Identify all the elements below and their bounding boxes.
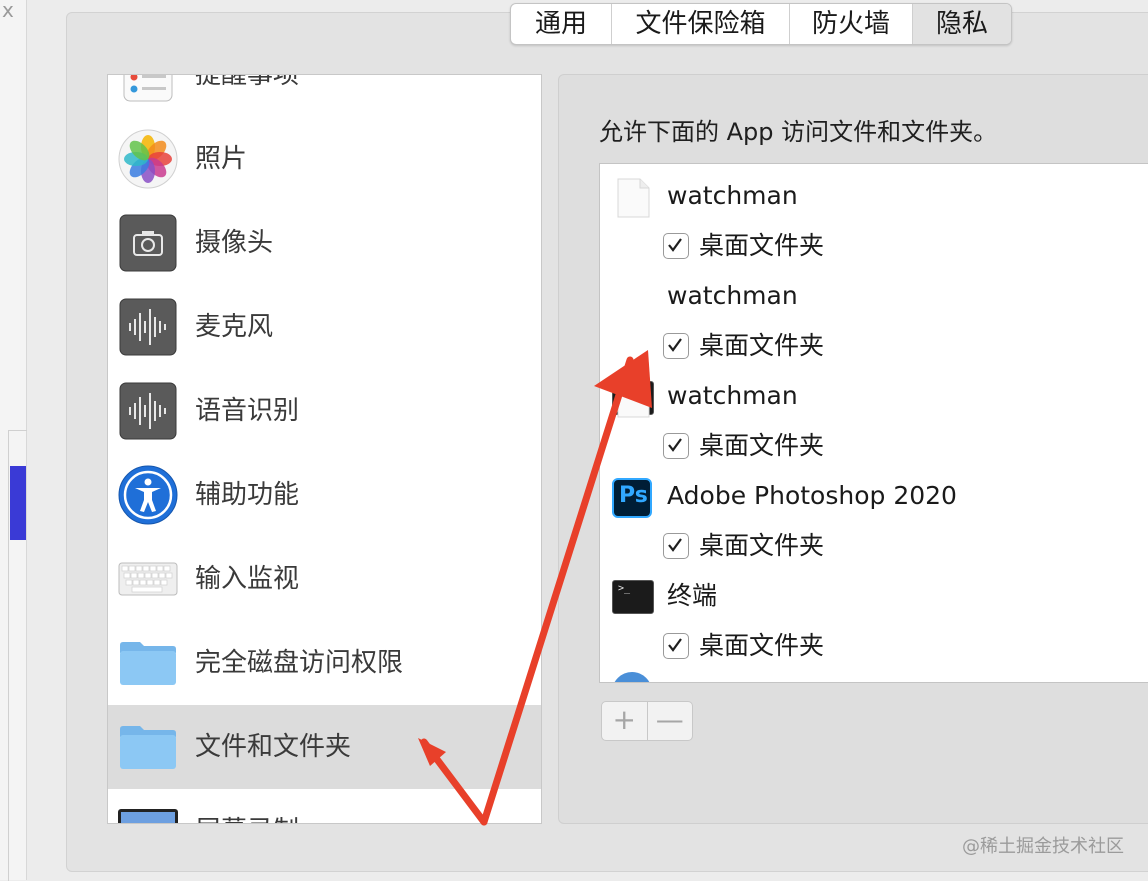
category-item-files-and-folders[interactable]: 文件和文件夹 xyxy=(108,705,541,789)
desktop-folder-checkbox[interactable] xyxy=(663,433,689,459)
category-label: 辅助功能 xyxy=(195,480,300,510)
privacy-category-list[interactable]: 提醒事项 照片 摄像头 麦克风 语音识别 辅助功能 输入监视 完全磁盘访问权限 … xyxy=(107,74,542,824)
document-icon xyxy=(617,178,650,218)
app-row-adobe-photoshop[interactable]: Ps Adobe Photoshop 2020 xyxy=(600,471,1148,521)
window-close-glyph[interactable]: x xyxy=(2,0,14,22)
category-item-full-disk-access[interactable]: 完全磁盘访问权限 xyxy=(108,621,541,705)
category-item-accessibility[interactable]: 辅助功能 xyxy=(108,453,541,537)
category-label: 照片 xyxy=(195,144,248,174)
app-name: watchman xyxy=(667,281,798,310)
category-item-speech-recognition[interactable]: 语音识别 xyxy=(108,369,541,453)
category-label: 屏幕录制 xyxy=(195,789,299,823)
add-app-button[interactable]: + xyxy=(602,702,648,740)
keyboard-icon xyxy=(118,562,178,596)
watermark: @稀土掘金技术社区 xyxy=(962,836,1124,857)
category-label: 完全磁盘访问权限 xyxy=(195,648,404,678)
tab-filevault[interactable]: 文件保险箱 xyxy=(612,4,790,44)
accessibility-icon xyxy=(118,465,178,525)
category-item-camera[interactable]: 摄像头 xyxy=(108,201,541,285)
category-item-screen-recording[interactable]: 屏幕录制 xyxy=(108,789,541,823)
next-app-icon-partial xyxy=(612,672,652,682)
permission-label: 桌面文件夹 xyxy=(699,631,825,660)
reminders-icon xyxy=(123,75,173,102)
photos-icon xyxy=(118,129,178,189)
app-row-watchman[interactable]: watchman xyxy=(600,371,1148,421)
permission-row: 桌面文件夹 xyxy=(600,521,1148,571)
category-item-photos[interactable]: 照片 xyxy=(108,117,541,201)
permission-description: 允许下面的 App 访问文件和文件夹。 xyxy=(599,118,998,146)
permission-label: 桌面文件夹 xyxy=(699,331,825,360)
permission-label: 桌面文件夹 xyxy=(699,231,825,260)
camera-icon xyxy=(119,214,177,272)
category-item-microphone[interactable]: 麦克风 xyxy=(108,285,541,369)
tab-firewall[interactable]: 防火墙 xyxy=(790,4,913,44)
desktop-folder-checkbox[interactable] xyxy=(663,533,689,559)
permission-label: 桌面文件夹 xyxy=(699,531,825,560)
permission-row: 桌面文件夹 xyxy=(600,621,1148,671)
category-item-input-monitoring[interactable]: 输入监视 xyxy=(108,537,541,621)
folder-icon xyxy=(120,726,176,769)
permission-row: 桌面文件夹 xyxy=(600,221,1148,271)
speech-recognition-icon xyxy=(119,382,177,440)
background-window-selection xyxy=(10,466,26,540)
background-window-edge: x xyxy=(0,0,27,881)
permission-label: 桌面文件夹 xyxy=(699,431,825,460)
tab-privacy[interactable]: 隐私 xyxy=(913,4,1011,44)
app-row-terminal[interactable]: >_ 终端 xyxy=(600,571,1148,621)
photoshop-icon-text: Ps xyxy=(619,483,648,508)
app-permission-list[interactable]: watchman 桌面文件夹 exec watchman 桌面文件夹 watch… xyxy=(599,163,1148,683)
app-name: 终端 xyxy=(667,581,718,610)
tab-bar: 通用 文件保险箱 防火墙 隐私 xyxy=(510,3,1012,45)
document-icon xyxy=(617,378,650,418)
app-name: watchman xyxy=(667,381,798,410)
category-label: 提醒事项 xyxy=(195,74,300,90)
category-item-reminders[interactable]: 提醒事项 xyxy=(108,74,541,117)
desktop-folder-checkbox[interactable] xyxy=(663,333,689,359)
category-label: 输入监视 xyxy=(195,564,300,594)
tab-general[interactable]: 通用 xyxy=(511,4,612,44)
remove-app-button[interactable]: — xyxy=(648,702,693,740)
terminal-icon: >_ xyxy=(612,580,654,614)
category-label: 文件和文件夹 xyxy=(195,732,352,762)
screen-icon xyxy=(118,809,178,823)
desktop-folder-checkbox[interactable] xyxy=(663,233,689,259)
category-label: 摄像头 xyxy=(195,228,274,258)
app-row-watchman[interactable]: watchman xyxy=(600,171,1148,221)
permission-row: 桌面文件夹 xyxy=(600,321,1148,371)
photoshop-icon: Ps xyxy=(612,478,652,518)
category-label: 麦克风 xyxy=(195,312,274,342)
permission-row: 桌面文件夹 xyxy=(600,421,1148,471)
add-remove-control: + — xyxy=(601,701,693,741)
category-label: 语音识别 xyxy=(195,396,300,426)
folder-icon xyxy=(120,642,176,685)
app-name: Adobe Photoshop 2020 xyxy=(667,481,957,510)
desktop-folder-checkbox[interactable] xyxy=(663,633,689,659)
app-name: watchman xyxy=(667,181,798,210)
microphone-icon xyxy=(119,298,177,356)
app-row-watchman[interactable]: exec watchman xyxy=(600,271,1148,415)
terminal-icon-text: >_ xyxy=(618,583,631,594)
